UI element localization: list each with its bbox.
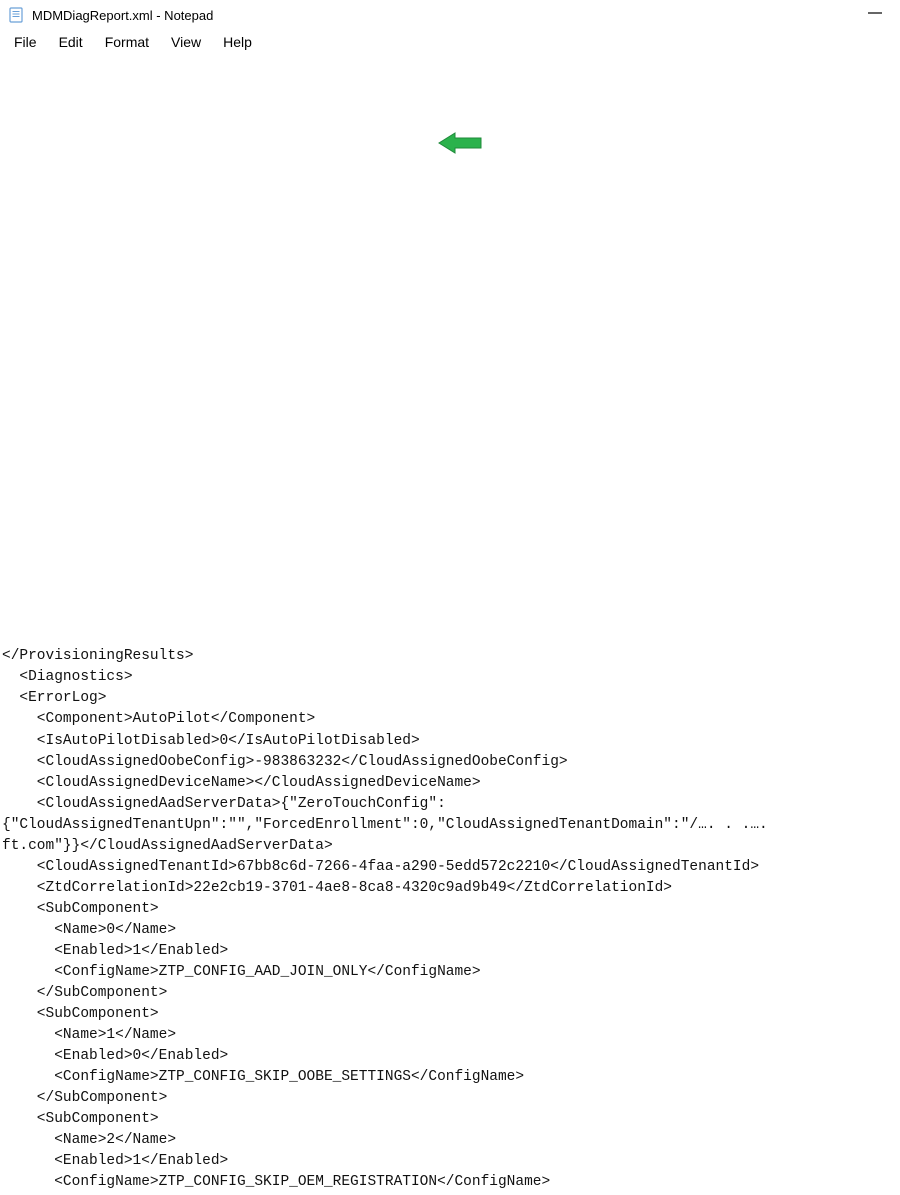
text-line: <ConfigName>ZTP_CONFIG_SKIP_OEM_REGISTRA… bbox=[2, 1174, 550, 1190]
text-line: <Diagnostics> bbox=[2, 669, 133, 685]
text-content[interactable]: </ProvisioningResults> <Diagnostics> <Er… bbox=[0, 56, 900, 1195]
text-line: </SubComponent> bbox=[2, 985, 167, 1001]
text-line: <ZtdCorrelationId>22e2cb19-3701-4ae8-8ca… bbox=[2, 880, 672, 896]
text-line: <SubComponent> bbox=[2, 1111, 159, 1127]
text-line: <ConfigName>ZTP_CONFIG_AAD_JOIN_ONLY</Co… bbox=[2, 964, 481, 980]
menu-format[interactable]: Format bbox=[95, 32, 159, 52]
text-line: </ProvisioningResults> bbox=[2, 648, 193, 664]
text-line: <CloudAssignedDeviceName></CloudAssigned… bbox=[2, 775, 481, 791]
text-line: <ConfigName>ZTP_CONFIG_SKIP_OOBE_SETTING… bbox=[2, 1069, 524, 1085]
text-line: <SubComponent> bbox=[2, 1006, 159, 1022]
text-line: <Name>0</Name> bbox=[2, 922, 176, 938]
text-line: <Enabled>1</Enabled> bbox=[2, 1153, 228, 1169]
text-line: </SubComponent> bbox=[2, 1090, 167, 1106]
text-line: <CloudAssignedOobeConfig>-983863232</Clo… bbox=[2, 754, 568, 770]
text-line: ft.com"}}</CloudAssignedAadServerData> bbox=[2, 838, 333, 854]
text-line: <ErrorLog> bbox=[2, 690, 106, 706]
text-line: <CloudAssignedTenantId>67bb8c6d-7266-4fa… bbox=[2, 859, 759, 875]
text-line: {"CloudAssignedTenantUpn":"","ForcedEnro… bbox=[2, 817, 768, 833]
text-line: <Enabled>1</Enabled> bbox=[2, 943, 228, 959]
text-line: <CloudAssignedAadServerData>{"ZeroTouchC… bbox=[2, 796, 446, 812]
menu-view[interactable]: View bbox=[161, 32, 211, 52]
text-line: <IsAutoPilotDisabled>0</IsAutoPilotDisab… bbox=[2, 733, 420, 749]
arrow-annotation-icon bbox=[402, 111, 448, 133]
menu-file[interactable]: File bbox=[4, 32, 47, 52]
text-line: <Name>1</Name> bbox=[2, 1027, 176, 1043]
minimize-button[interactable] bbox=[868, 6, 882, 20]
text-line: <Name>2</Name> bbox=[2, 1132, 176, 1148]
menu-edit[interactable]: Edit bbox=[49, 32, 93, 52]
menubar: File Edit Format View Help bbox=[0, 30, 900, 56]
text-line: <SubComponent> bbox=[2, 901, 159, 917]
window-title: MDMDiagReport.xml - Notepad bbox=[32, 8, 213, 23]
notepad-icon bbox=[8, 6, 26, 24]
menu-help[interactable]: Help bbox=[213, 32, 262, 52]
text-line: <Component>AutoPilot</Component> bbox=[2, 711, 315, 727]
titlebar: MDMDiagReport.xml - Notepad bbox=[0, 0, 900, 30]
text-line: <Enabled>0</Enabled> bbox=[2, 1048, 228, 1064]
